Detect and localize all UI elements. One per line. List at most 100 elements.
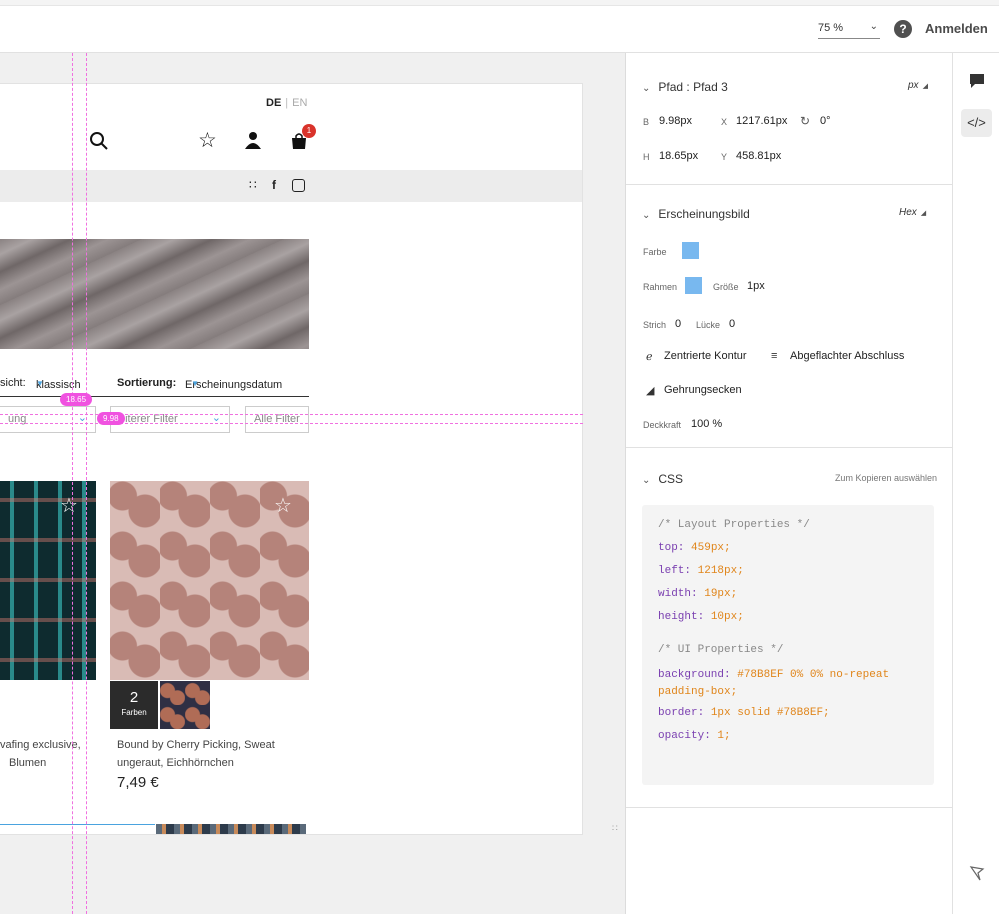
filter-dropdown-1[interactable]: ung ⌄: [0, 406, 96, 433]
copy-hint: Zum Kopieren auswählen: [834, 473, 937, 483]
filter-dropdown-2[interactable]: eiterer Filter ⌄: [110, 406, 230, 433]
height-value: 18.65px: [659, 150, 699, 162]
fill-color-swatch[interactable]: [682, 242, 699, 259]
help-icon[interactable]: ?: [894, 20, 912, 38]
language-switch: DE | EN: [266, 97, 307, 109]
triangle-icon: ◢: [920, 210, 927, 217]
product-title-1[interactable]: vafing exclusive, Blumen: [0, 736, 81, 772]
stroke-label: Strich: [643, 320, 667, 330]
star-icon[interactable]: ☆: [198, 128, 217, 153]
caret-down-icon: ▼: [36, 379, 44, 388]
lang-separator: |: [285, 97, 289, 109]
product2-line2: ungeraut, Eichhörnchen: [117, 757, 234, 769]
css-code-block[interactable]: /* Layout Properties */ top: 459px; left…: [642, 505, 934, 785]
flat-cap-icon: ≡: [771, 350, 778, 362]
code-val: 1px solid #78B8EF;: [710, 707, 830, 719]
code-line-border: border: 1px solid #78B8EF;: [658, 707, 918, 730]
top-strip: [0, 0, 999, 6]
code-prop: top:: [658, 542, 685, 554]
color-count-label: Farben: [121, 708, 147, 717]
miter-join-icon: ◢: [646, 385, 655, 397]
rotation-icon: ↻: [800, 114, 811, 128]
sort-label: Sortierung:: [117, 377, 176, 389]
all-filters-button[interactable]: Alle Filter: [245, 406, 309, 433]
code-val: 459px;: [691, 542, 731, 554]
height-measure-label: 18.65: [60, 393, 93, 406]
opacity-label: Deckkraft: [643, 420, 682, 430]
y-label: Y: [721, 152, 728, 162]
product2-line1: Bound by Cherry Picking, Sweat: [117, 739, 275, 751]
measure-guide-horizontal: [0, 414, 583, 415]
top-bar: 75 % ⌄ ? Anmelden: [0, 0, 999, 53]
appearance-title: Erscheinungsbild: [658, 207, 750, 221]
product-price: 7,49 €: [117, 774, 159, 791]
inspect-panel: ⌄ Pfad : Pfad 3 px ◢ B 9.98px X 1217.61px …: [625, 53, 953, 914]
triangle-icon: ◢: [922, 83, 928, 90]
code-line-width: width: 19px;: [658, 588, 918, 611]
product-card-partial: [0, 824, 155, 834]
border-label: Rahmen: [643, 282, 678, 292]
favorite-star-icon[interactable]: ☆: [60, 493, 78, 518]
color-format-selector[interactable]: Hex ◢: [899, 207, 926, 218]
y-value: 458.81px: [736, 150, 782, 162]
search-icon[interactable]: [89, 131, 109, 151]
unit-selector[interactable]: px ◢: [908, 80, 928, 91]
side-rail: </>: [952, 53, 999, 914]
miter-join-label: Gehrungsecken: [664, 384, 742, 396]
code-spacer: [658, 634, 918, 644]
lang-de[interactable]: DE: [266, 97, 281, 109]
color-count: 2: [129, 689, 139, 706]
code-line-top: top: 459px;: [658, 542, 918, 565]
artboard[interactable]: DE | EN ☆ 1 ∷ f sicht: klassisch ▼ Sortier…: [0, 83, 583, 835]
code-val: 1;: [717, 730, 731, 742]
measure-guide-vertical: [72, 53, 73, 914]
comment-icon[interactable]: [961, 71, 992, 99]
sort-select[interactable]: Erscheinungsdatum ▼: [185, 377, 282, 391]
gap-value: 0: [729, 318, 736, 330]
resize-grip-icon[interactable]: ∷: [612, 823, 618, 834]
user-icon[interactable]: [244, 131, 262, 149]
code-prop: width:: [658, 588, 698, 600]
chevron-down-icon: ⌄: [642, 83, 651, 94]
product-title-2[interactable]: Bound by Cherry Picking, Sweat ungeraut,…: [117, 736, 275, 772]
path-title: Pfad : Pfad 3: [658, 80, 728, 94]
css-header[interactable]: ⌄ CSS: [642, 472, 683, 486]
centered-stroke-label: Zentrierte Kontur: [664, 350, 747, 362]
favorite-star-icon[interactable]: ☆: [274, 493, 292, 518]
flag-icon[interactable]: [961, 863, 992, 891]
signin-button[interactable]: Anmelden: [925, 21, 988, 36]
stroke-value: 0: [675, 318, 682, 330]
color-count-badge[interactable]: 2 Farben: [110, 681, 158, 729]
color-swatch[interactable]: [160, 681, 210, 729]
size-value: 1px: [747, 280, 765, 292]
chevron-down-icon: ⌄: [642, 210, 651, 221]
measure-guide-vertical: [86, 53, 87, 914]
appearance-header[interactable]: ⌄ Erscheinungsbild: [642, 207, 750, 221]
x-label: X: [721, 117, 728, 127]
path-header[interactable]: ⌄ Pfad : Pfad 3: [642, 80, 728, 94]
opacity-value: 100 %: [691, 418, 723, 430]
code-prop: opacity:: [658, 730, 711, 742]
design-canvas[interactable]: DE | EN ☆ 1 ∷ f sicht: klassisch ▼ Sortier…: [0, 53, 625, 914]
code-line-opacity: opacity: 1;: [658, 730, 918, 753]
code-prop: border:: [658, 707, 705, 719]
instagram-icon[interactable]: [292, 179, 305, 192]
facebook-icon[interactable]: f: [272, 178, 276, 192]
product1-line2: Blumen: [9, 757, 47, 769]
chevron-down-icon: ⌄: [869, 21, 878, 32]
rss-icon[interactable]: ∷: [249, 178, 257, 192]
hero-fabric-image: [0, 239, 309, 349]
path-section: ⌄ Pfad : Pfad 3 px ◢ B 9.98px X 1217.61px …: [626, 53, 953, 185]
code-icon[interactable]: </>: [961, 109, 992, 137]
size-label: Größe: [713, 282, 739, 292]
width-measure-label: 9.98: [97, 412, 125, 425]
border-color-swatch[interactable]: [685, 277, 702, 294]
zoom-dropdown[interactable]: 75 % ⌄: [818, 19, 880, 39]
gap-label: Lücke: [696, 320, 721, 330]
width-label: B: [643, 117, 650, 127]
color-format-value: Hex: [899, 207, 917, 218]
rotation-value: 0°: [820, 115, 831, 127]
code-prop: left:: [658, 565, 692, 577]
lang-en[interactable]: EN: [292, 97, 307, 109]
product-image-1[interactable]: [0, 481, 96, 680]
